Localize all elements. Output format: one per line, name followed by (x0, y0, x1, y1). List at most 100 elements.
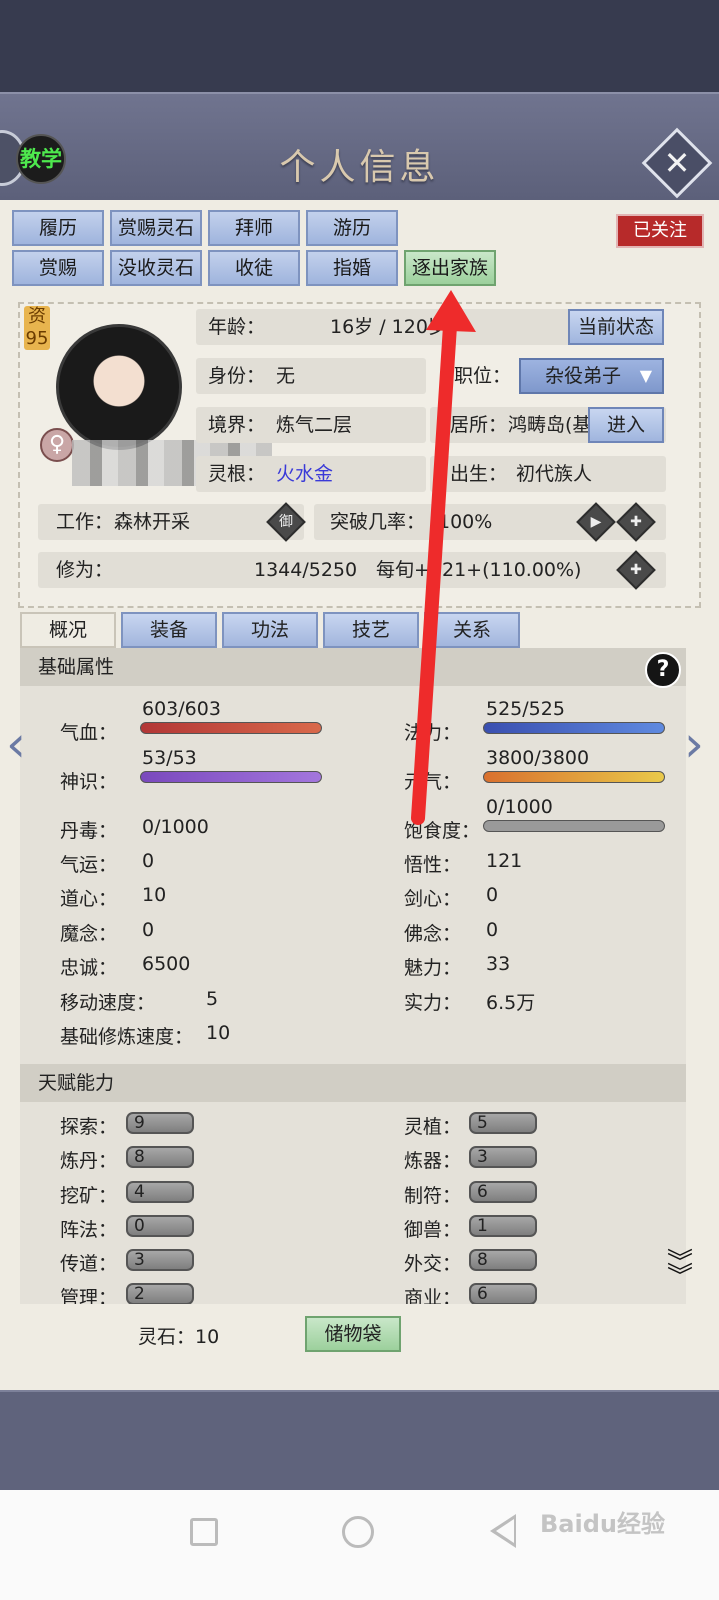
expel-family-button[interactable]: 逐出家族 (404, 250, 496, 286)
home-icon[interactable] (342, 1516, 374, 1548)
cultivation-row: 修为： 1344/5250 每旬+121+(110.00%) (38, 552, 666, 588)
identity-value: 无 (276, 365, 296, 387)
root-label: 灵根： (208, 463, 266, 485)
birth-value: 初代族人 (516, 463, 593, 485)
female-gender-icon: ♀ (40, 428, 74, 462)
job-value: 森林开采 (114, 511, 191, 533)
back-icon[interactable] (490, 1514, 516, 1548)
talent-value-pill: 6 (469, 1181, 537, 1203)
confiscate-stone-button[interactable]: 没收灵石 (110, 250, 202, 286)
talent-value-pill: 8 (469, 1249, 537, 1271)
stat-label: 气运： (60, 854, 118, 876)
previous-character-arrow-icon[interactable]: ‹ (6, 719, 26, 770)
stat-value: 0 (486, 884, 499, 906)
attributes-panel[interactable]: 基础属性 ? 气血： 603/603 法力： 525/525 神识： 53/53… (20, 648, 686, 1304)
help-button[interactable]: ? (645, 652, 681, 688)
stat-label: 佛念： (404, 923, 462, 945)
mana-label: 法力： (404, 722, 462, 744)
residence-value: 鸿畴岛(基 (508, 414, 592, 436)
talent-value-pill: 0 (126, 1215, 194, 1237)
reward-button[interactable]: 赏赐 (12, 250, 104, 286)
stat-value: 0/1000 (142, 816, 209, 838)
stat-label: 移动速度： (60, 992, 156, 1014)
yuanqi-label: 元气： (404, 771, 462, 793)
stat-label: 悟性： (404, 854, 462, 876)
talent-label: 制符： (404, 1185, 462, 1207)
cultivation-rate: 每旬+121+(110.00%) (376, 559, 582, 581)
tab-overview[interactable]: 概况 (20, 612, 116, 648)
plus-icon: ✚ (630, 514, 642, 530)
talent-label: 挖矿： (60, 1185, 118, 1207)
talent-value-pill: 2 (126, 1283, 194, 1304)
sense-bar (140, 771, 322, 783)
play-icon: ▶ (590, 514, 602, 530)
breakthrough-label: 突破几率： (330, 511, 426, 533)
talent-label: 商业： (404, 1287, 462, 1304)
character-avatar[interactable] (56, 324, 182, 450)
stat-label: 魅力： (404, 957, 462, 979)
teach-label: 教学 (16, 134, 66, 184)
root-row: 灵根： 火水金 (196, 456, 426, 492)
mana-bar (483, 722, 665, 734)
tab-relations[interactable]: 关系 (424, 612, 520, 648)
sense-value: 53/53 (142, 747, 197, 769)
stat-label: 魔念： (60, 923, 118, 945)
yuanqi-bar (483, 771, 665, 783)
enter-button[interactable]: 进入 (588, 407, 664, 443)
birth-row: 出生： 初代族人 (430, 456, 666, 492)
talent-value-pill: 5 (469, 1112, 537, 1134)
position-value: 杂役弟子 (545, 365, 622, 387)
arrange-marriage-button[interactable]: 指婚 (306, 250, 398, 286)
teach-button[interactable]: 教学 (0, 130, 68, 186)
follow-badge[interactable]: 已关注 (616, 214, 704, 248)
current-status-button[interactable]: 当前状态 (568, 309, 664, 345)
age-label: 年龄： (208, 316, 266, 338)
stat-value: 33 (486, 953, 511, 975)
talent-value-pill: 9 (126, 1112, 194, 1134)
talent-label: 资 95 (25, 306, 49, 349)
stat-value: 6500 (142, 953, 191, 975)
next-character-arrow-icon[interactable]: › (684, 719, 704, 770)
bottom-background (0, 1390, 719, 1490)
stat-value: 0 (142, 919, 155, 941)
tab-techniques[interactable]: 功法 (222, 612, 318, 648)
tab-equipment[interactable]: 装备 (121, 612, 217, 648)
identity-row: 身份： 无 (196, 358, 426, 394)
age-value: 16岁 / 120岁 (330, 316, 447, 338)
job-row: 工作： 森林开采 (38, 504, 304, 540)
spirit-stone-count: 灵石：10 (138, 1326, 220, 1348)
talent-label: 灵植： (404, 1116, 462, 1138)
position-label: 职位： (454, 365, 512, 387)
root-value: 火水金 (276, 463, 334, 485)
system-navbar: Baidu经验 (0, 1490, 719, 1600)
tab-skills[interactable]: 技艺 (323, 612, 419, 648)
talent-value-pill: 4 (126, 1181, 194, 1203)
stat-label: 忠诚： (60, 957, 118, 979)
mana-value: 525/525 (486, 698, 565, 720)
apprentice-button[interactable]: 拜师 (208, 210, 300, 246)
talent-value-pill: 1 (469, 1215, 537, 1237)
travel-button[interactable]: 游历 (306, 210, 398, 246)
talent-badge: 资 95 (24, 306, 50, 350)
basic-attributes-header: 基础属性 (20, 648, 686, 686)
storage-bag-button[interactable]: 储物袋 (305, 1316, 401, 1352)
top-background (0, 0, 719, 92)
page-title: 个人信息 (279, 147, 440, 188)
scroll-down-icon[interactable]: ︾ ︾ (662, 1250, 698, 1296)
recent-apps-icon[interactable] (190, 1518, 218, 1546)
take-disciple-button[interactable]: 收徒 (208, 250, 300, 286)
talent-label: 外交： (404, 1253, 462, 1275)
talent-label: 阵法： (60, 1219, 118, 1241)
dropdown-arrow-icon: ▼ (639, 366, 652, 385)
satiety-label: 饱食度： (404, 820, 481, 842)
job-label: 工作： (56, 511, 114, 533)
position-dropdown[interactable]: 杂役弟子 ▼ (519, 358, 664, 394)
stat-value: 5 (206, 988, 219, 1010)
reward-stone-button[interactable]: 赏赐灵石 (110, 210, 202, 246)
close-icon: ✕ (663, 144, 691, 182)
talent-value-pill: 8 (126, 1146, 194, 1168)
satiety-bar (483, 820, 665, 832)
talent-abilities-header: 天赋能力 (20, 1064, 686, 1102)
history-button[interactable]: 履历 (12, 210, 104, 246)
stat-label: 实力： (404, 992, 462, 1014)
